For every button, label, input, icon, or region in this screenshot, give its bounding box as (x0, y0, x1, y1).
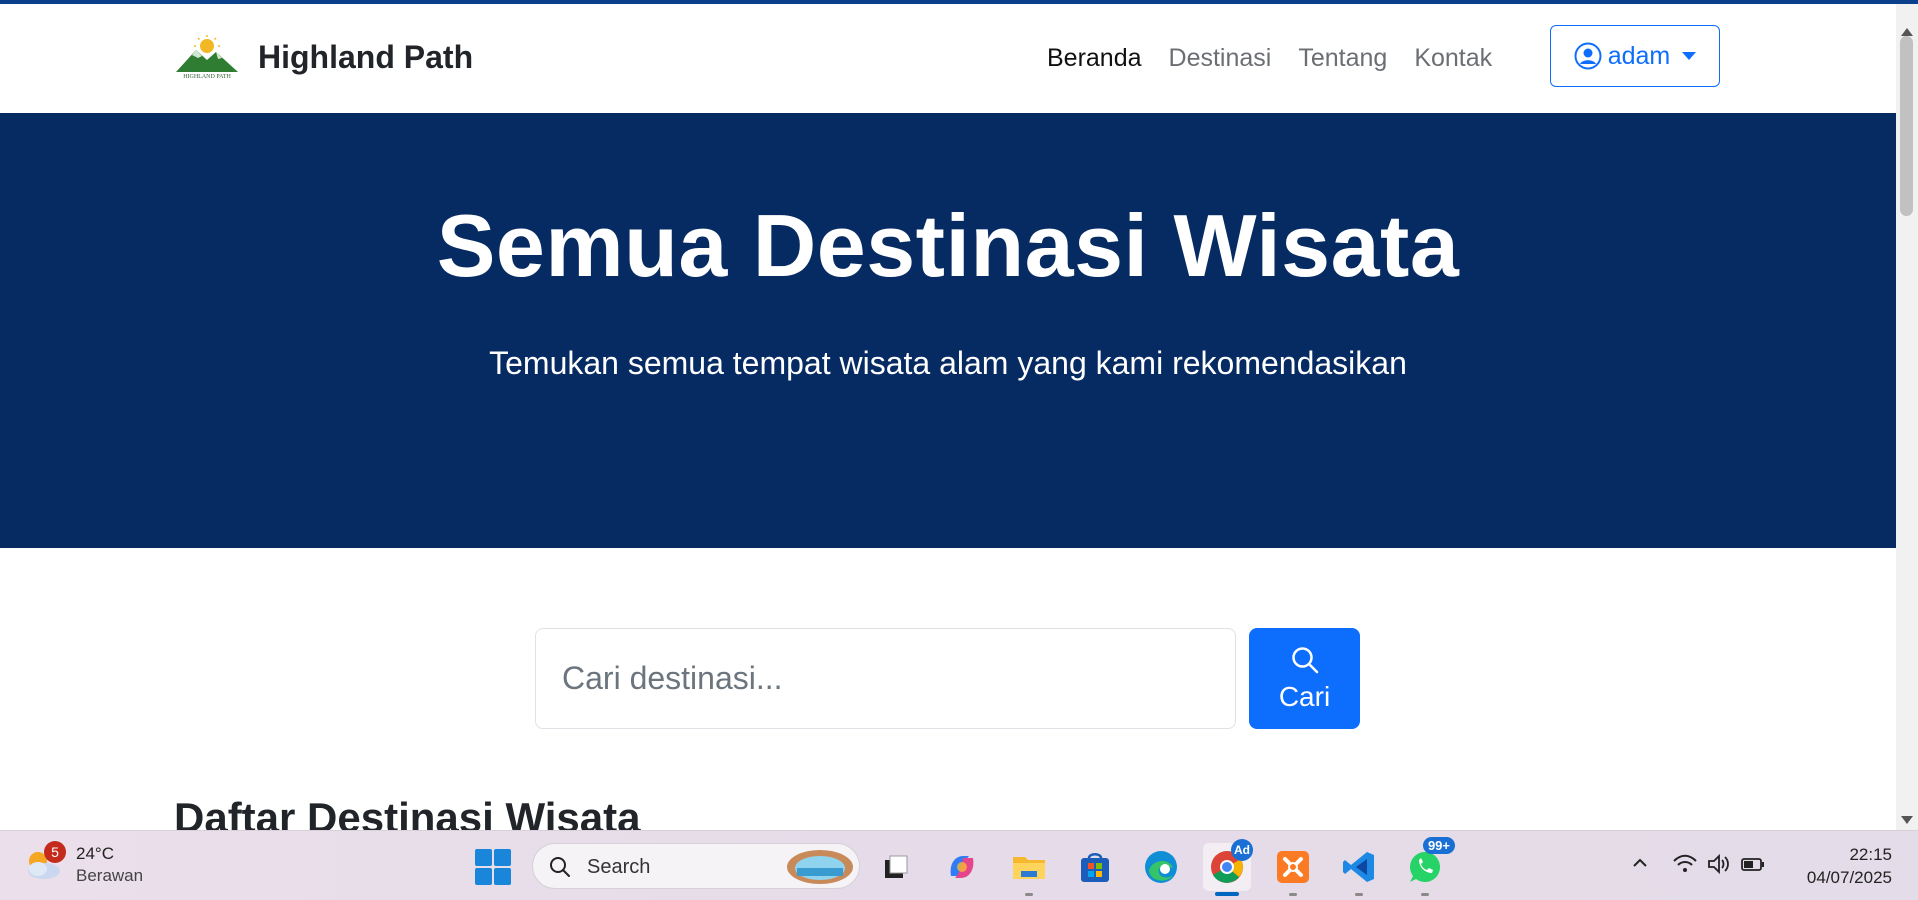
running-indicator (1289, 893, 1297, 896)
mountain-logo-icon: HIGHLAND PATH (176, 35, 238, 80)
weather-temperature: 24°C (76, 844, 114, 863)
search-button[interactable]: Cari (1249, 628, 1360, 729)
system-tray[interactable] (1672, 853, 1774, 875)
active-indicator (1215, 892, 1239, 896)
battery-icon (1741, 858, 1764, 871)
user-dropdown-button[interactable]: adam (1550, 25, 1720, 87)
volume-icon (1708, 853, 1729, 875)
logo-text: HIGHLAND PATH (183, 74, 231, 80)
search-highlight-art-icon (787, 850, 853, 884)
chevron-up-icon (1633, 858, 1647, 867)
navbar: HIGHLAND PATH Highland Path Beranda Dest… (0, 4, 1896, 113)
nav-link-kontak[interactable]: Kontak (1414, 44, 1492, 73)
weather-description: Berawan (76, 866, 144, 885)
file-explorer-icon (1013, 857, 1045, 879)
hero-title: Semua Destinasi Wisata (436, 196, 1460, 295)
browser-page: HIGHLAND PATH Highland Path Beranda Dest… (0, 0, 1918, 900)
user-circle-icon (1574, 42, 1602, 70)
brand-link[interactable]: HIGHLAND PATH Highland Path (174, 34, 473, 80)
hero-banner: Semua Destinasi Wisata Temukan semua tem… (0, 113, 1896, 548)
windows-taskbar: 5 24°C Berawan Search Ad 99+ 22:15 04/07… (0, 830, 1918, 900)
whatsapp-unread-badge: 99+ (1422, 837, 1455, 854)
taskbar-search-label: Search (587, 856, 651, 878)
copilot-button[interactable] (938, 843, 986, 891)
search-button-label: Cari (1278, 680, 1331, 712)
show-hidden-icons-button[interactable] (1630, 853, 1650, 873)
main-nav: Beranda Destinasi Tentang Kontak (1047, 44, 1519, 73)
edge-button[interactable] (1137, 843, 1185, 891)
xampp-icon (1277, 851, 1309, 883)
hero-subtitle: Temukan semua tempat wisata alam yang ka… (489, 345, 1407, 381)
microsoft-store-icon (1081, 853, 1109, 882)
vscode-icon (1343, 852, 1374, 882)
running-indicator (1421, 893, 1429, 896)
scroll-up-arrow-icon[interactable] (1901, 28, 1913, 36)
system-clock[interactable]: 22:15 04/07/2025 (1792, 843, 1892, 889)
task-view-icon (885, 855, 908, 878)
scroll-down-arrow-icon[interactable] (1901, 816, 1913, 824)
whatsapp-icon (1410, 852, 1440, 882)
search-icon (1291, 646, 1318, 673)
file-explorer-button[interactable] (1005, 843, 1053, 896)
vscode-button[interactable] (1335, 843, 1383, 896)
weather-alert-badge: 5 (44, 841, 66, 863)
brand-name: Highland Path (258, 38, 474, 75)
nav-link-tentang[interactable]: Tentang (1298, 44, 1387, 73)
clock-time: 22:15 (1849, 845, 1892, 864)
search-icon (550, 857, 570, 877)
clock-date: 04/07/2025 (1806, 868, 1892, 887)
copilot-icon (950, 856, 974, 878)
chrome-button[interactable]: Ad (1203, 839, 1253, 896)
user-name: adam (1607, 41, 1671, 70)
nav-link-beranda[interactable]: Beranda (1047, 44, 1142, 73)
running-indicator (1025, 893, 1033, 896)
page-scrollbar[interactable] (1896, 4, 1918, 830)
running-indicator (1355, 893, 1363, 896)
xampp-button[interactable] (1269, 843, 1317, 896)
task-view-button[interactable] (872, 843, 920, 891)
windows-start-icon[interactable] (474, 848, 512, 886)
cloudy-weather-icon: 5 (22, 841, 66, 885)
taskbar-search-box[interactable]: Search (532, 843, 860, 889)
wifi-icon (1673, 854, 1697, 872)
nav-link-destinasi[interactable]: Destinasi (1169, 44, 1272, 73)
edge-icon (1145, 851, 1177, 883)
search-form: Cari (535, 628, 1360, 729)
microsoft-store-button[interactable] (1071, 843, 1119, 891)
weather-widget[interactable]: 5 24°C Berawan (22, 841, 144, 887)
chevron-down-icon (1682, 52, 1697, 60)
chrome-profile-badge: Ad (1231, 839, 1253, 861)
scroll-thumb[interactable] (1900, 36, 1913, 216)
search-input[interactable] (535, 628, 1236, 729)
whatsapp-button[interactable]: 99+ (1401, 837, 1455, 896)
